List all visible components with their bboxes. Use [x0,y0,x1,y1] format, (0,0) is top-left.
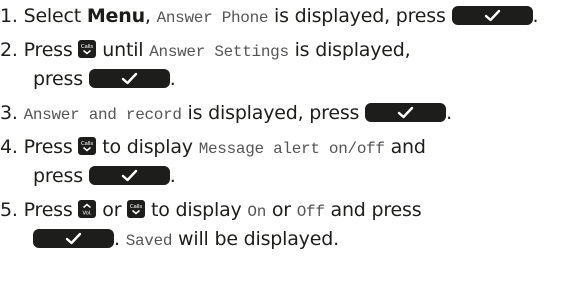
check-icon [89,166,170,185]
display-text: Answer Phone [156,9,269,27]
step-number: 3. [0,102,18,124]
step-text: is displayed, press [268,5,452,27]
step-text: to display [96,136,199,158]
step-text: Press [23,39,79,61]
step-text: or [266,199,297,221]
display-text: Message alert on/off [198,140,385,158]
step-4: 4. Press to display Message alert on/off… [0,134,426,163]
step-text: and press [324,199,422,221]
step-3: 3. Answer and record is displayed, press… [0,100,452,129]
step-4-continued: press . [33,163,176,190]
step-1: 1. Select Menu, Answer Phone is displaye… [0,3,539,32]
step-text: will be displayed. [172,228,339,250]
calls-down-icon [127,200,145,218]
step-number: 5. [0,199,18,221]
step-text: press [33,68,89,90]
display-text: Answer and record [23,106,182,124]
step-text: , [144,5,157,27]
step-text: . [169,68,176,90]
vol-up-icon [78,200,96,218]
step-number: 2. [0,39,18,61]
check-icon [365,103,446,122]
calls-down-icon [78,137,96,155]
check-icon [452,6,533,25]
step-2-continued: press . [33,66,176,93]
step-text: is displayed, [288,39,411,61]
step-5-continued: . Saved will be displayed. [33,226,339,255]
step-number: 4. [0,136,18,158]
step-text: or [96,199,128,221]
step-text: and [384,136,426,158]
step-text: press [33,165,89,187]
display-text: On [247,203,267,221]
calls-down-icon [78,40,96,58]
step-text: is displayed, press [181,102,366,124]
step-text: . [114,228,126,250]
step-text: . [169,165,176,187]
step-text: until [96,39,150,61]
step-text: Press [23,136,79,158]
check-icon [89,69,170,88]
step-text: Press [23,199,79,221]
step-text: . [532,5,539,27]
step-number: 1. [0,5,18,27]
step-2: 2. Press until Answer Settings is displa… [0,37,411,66]
display-text: Saved [125,232,173,250]
step-5: 5. Press or to display On or Off and pre… [0,197,422,226]
check-icon [33,229,114,248]
display-text: Answer Settings [149,43,289,61]
step-text: to display [145,199,248,221]
step-text: Select [23,5,87,27]
display-text: Off [296,203,325,221]
step-text: . [446,102,452,124]
menu-key-label: Menu [86,5,145,27]
